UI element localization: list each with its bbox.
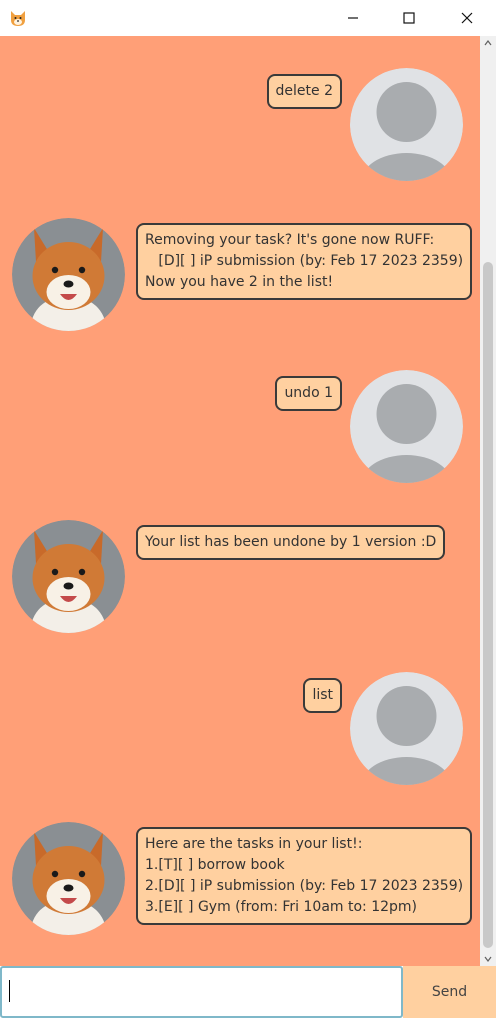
title-bar: [0, 0, 496, 36]
user-avatar: [350, 68, 463, 181]
scroll-up-button[interactable]: [480, 36, 496, 50]
default-user-avatar-icon: [350, 370, 463, 483]
user-message-bubble: undo 1: [275, 376, 342, 411]
scroll-down-button[interactable]: [480, 952, 496, 966]
user-avatar: [350, 672, 463, 785]
bot-avatar: [12, 520, 125, 633]
shiba-dog-avatar-icon: [12, 520, 125, 633]
default-user-avatar-icon: [350, 672, 463, 785]
bot-message-bubble: Here are the tasks in your list!: 1.[T][…: [136, 827, 473, 925]
shiba-dog-avatar-icon: [12, 822, 125, 935]
message-input[interactable]: [0, 966, 403, 1018]
minimize-button[interactable]: [330, 0, 376, 36]
send-button[interactable]: Send: [403, 966, 496, 1018]
shiba-dog-avatar-icon: [12, 218, 125, 331]
bot-avatar: [12, 218, 125, 331]
close-icon: [461, 12, 473, 24]
chat-area[interactable]: delete 2 Removing your task? It's gone n…: [0, 36, 480, 966]
user-message-bubble: delete 2: [266, 74, 342, 109]
user-avatar: [350, 370, 463, 483]
scroll-thumb[interactable]: [483, 262, 493, 948]
chat-scrollbar[interactable]: [480, 36, 496, 966]
maximize-button[interactable]: [386, 0, 432, 36]
default-user-avatar-icon: [350, 68, 463, 181]
close-button[interactable]: [444, 0, 490, 36]
text-caret: [9, 980, 10, 1002]
bot-message-bubble: Removing your task? It's gone now RUFF: …: [136, 223, 473, 300]
minimize-icon: [348, 17, 358, 19]
chevron-down-icon: [484, 956, 492, 962]
maximize-icon: [403, 12, 415, 24]
chevron-up-icon: [484, 40, 492, 46]
bot-avatar: [12, 822, 125, 935]
input-bar: Send: [0, 966, 496, 1018]
user-message-bubble: list: [303, 678, 342, 713]
bot-message-bubble: Your list has been undone by 1 version :…: [136, 525, 446, 560]
shiba-icon: [11, 11, 25, 26]
